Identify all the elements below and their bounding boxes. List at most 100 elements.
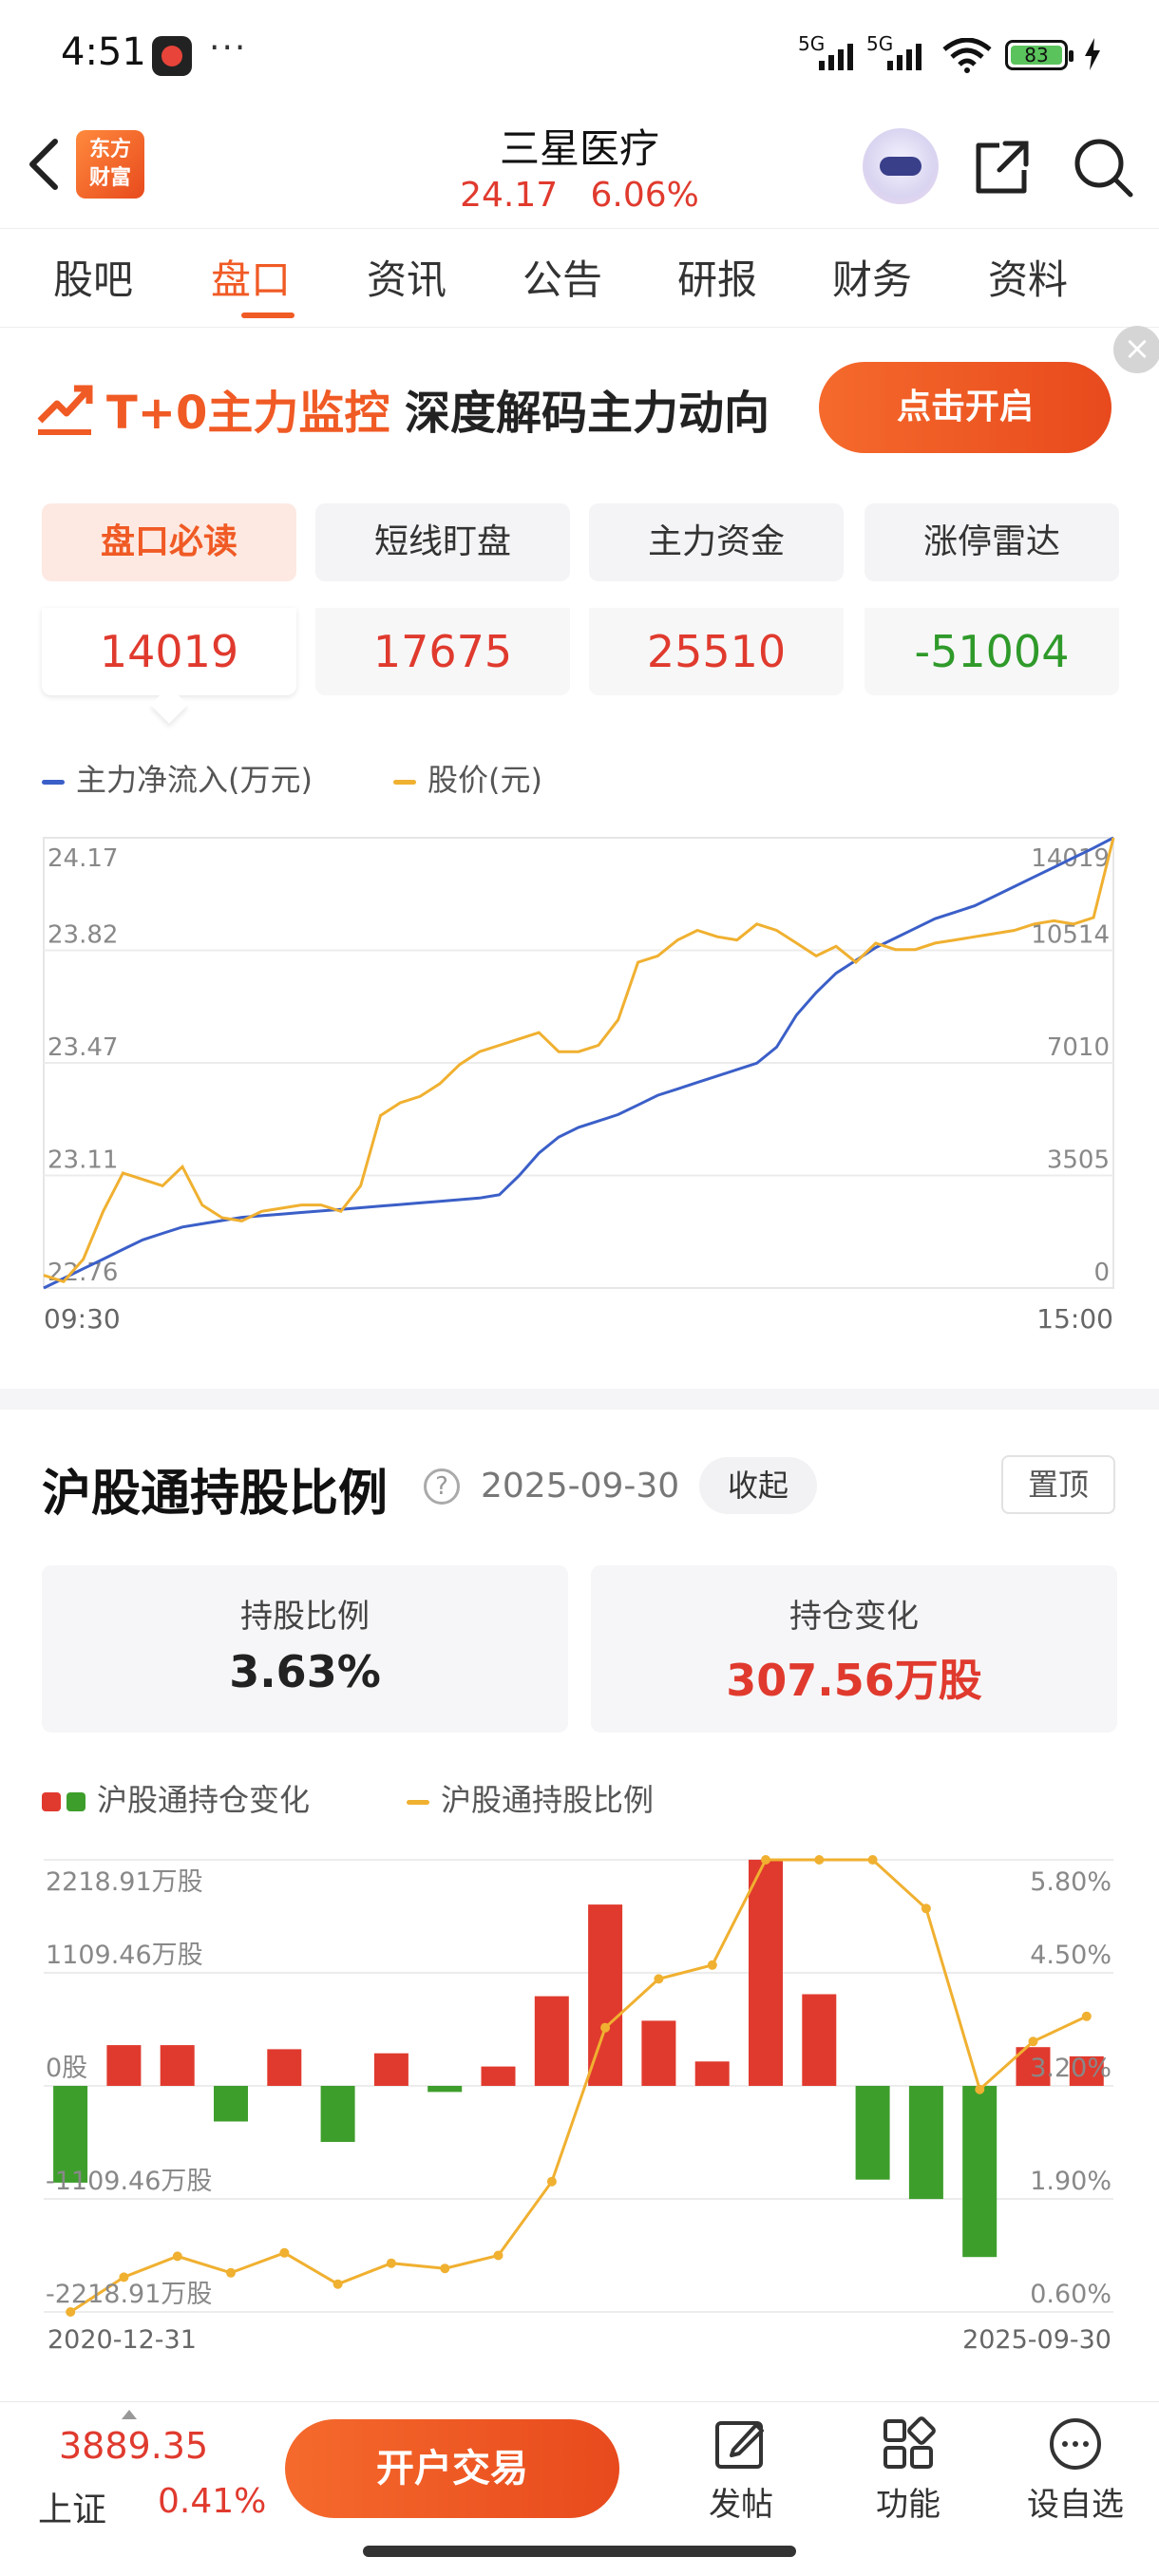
flow-subtab-1[interactable]: 短线盯盘 (315, 503, 570, 581)
fund-flow-legend: 主力净流入(万元) 股价(元) (42, 756, 1087, 804)
tab-4[interactable]: 研报 (651, 248, 784, 306)
chart2-bar (214, 2086, 248, 2122)
assistant-avatar[interactable] (863, 128, 939, 204)
wifi-icon (942, 38, 992, 73)
tab-1[interactable]: 盘口 (184, 248, 317, 306)
collapse-button[interactable]: 收起 (699, 1457, 817, 1514)
chart2-ratio-point (975, 2084, 985, 2094)
chart1-left-tick: 23.82 (48, 921, 118, 950)
chart2-right-tick: 0.60% (1030, 2280, 1112, 2309)
chart2-bar (641, 2020, 676, 2086)
chart2-ratio-point (867, 1855, 878, 1865)
legend-holding-change[interactable]: 沪股通持仓变化 (42, 1776, 310, 1820)
chart2-ratio-point (1028, 2036, 1038, 2047)
hk-chart-legend: 沪股通持仓变化 沪股通持股比例 (42, 1776, 1087, 1824)
hk-section-title: 沪股通持股比例 (42, 1466, 389, 1523)
chart2-bar (160, 2045, 195, 2086)
index-expand-icon[interactable] (122, 2410, 137, 2419)
chart2-left-tick: -1109.46万股 (46, 2167, 212, 2196)
legend-holding-ratio-label: 沪股通持股比例 (441, 1782, 655, 1818)
chart2-ratio-point (1081, 2011, 1092, 2021)
index-value[interactable]: 3889.35 (59, 2425, 208, 2467)
function-button[interactable]: 功能 (842, 2410, 975, 2552)
flow-values: 14019 17675 25510 -51004 (0, 608, 1159, 695)
close-icon[interactable]: × (1113, 326, 1159, 373)
hk-holding-chart[interactable]: 2218.91万股 1109.46万股 0股 -1109.46万股 -2218.91万股… (0, 1843, 1159, 2356)
hk-section-date: 2025-09-30 (481, 1467, 680, 1506)
brand-line-2: 财富 (88, 166, 131, 190)
tab-3[interactable]: 公告 (496, 248, 629, 306)
battery-level: 83 (1011, 46, 1062, 65)
legend-price[interactable]: 股价(元) (393, 756, 542, 800)
flow-value-1[interactable]: 17675 (315, 608, 570, 695)
promo-highlight: T+0主力监控 (106, 387, 390, 440)
flow-subtab-3[interactable]: 涨停雷达 (864, 503, 1119, 581)
stock-quote: 24.17 6.06% (399, 176, 760, 215)
chart2-left-tick: -2218.91万股 (46, 2280, 212, 2309)
chart2-bar (534, 1996, 569, 2086)
brand-logo: 东方 财富 (76, 130, 144, 199)
open-account-trade-button[interactable]: 开户交易 (285, 2419, 619, 2518)
chart2-left-tick: 2218.91万股 (46, 1867, 203, 1897)
fund-flow-chart[interactable]: 24.17 23.82 23.47 23.11 22.76 14019 10514 7010 3… (0, 817, 1159, 1349)
chart1-left-tick: 23.11 (48, 1146, 118, 1175)
hk-holding-svg: 2218.91万股 1109.46万股 0股 -1109.46万股 -2218.91万股… (44, 1855, 1113, 2355)
tab-0[interactable]: 股吧 (27, 248, 160, 306)
tab-6[interactable]: 资料 (961, 248, 1094, 306)
home-indicator[interactable] (363, 2546, 796, 2557)
add-watchlist-label: 设自选 (1027, 2486, 1124, 2524)
holding-change-label: 持仓变化 (789, 1598, 919, 1636)
grid-icon (884, 2416, 936, 2469)
pin-top-button[interactable]: 置顶 (1001, 1455, 1115, 1514)
promo-text: 深度解码主力动向 (405, 387, 770, 440)
index-name[interactable]: 上证 (38, 2482, 106, 2531)
index-change-pct[interactable]: 0.41% (158, 2482, 266, 2521)
promo-banner[interactable]: × T+0主力监控 深度解码主力动向 点击开启 (0, 326, 1159, 480)
status-bar: 4:51 ··· 5G 5G 83 (0, 0, 1159, 109)
chart1-right-tick: 10514 (1031, 921, 1110, 950)
chart2-left-tick: 0股 (46, 2054, 87, 2083)
chart1-left-tick: 23.47 (48, 1033, 118, 1062)
chart1-right-tick: 0 (1093, 1259, 1110, 1287)
section-divider (0, 1389, 1159, 1410)
holding-ratio-label: 持股比例 (240, 1598, 370, 1636)
stock-price: 24.17 (460, 176, 559, 215)
chart1-x-start: 09:30 (44, 1303, 121, 1335)
function-label: 功能 (876, 2486, 940, 2524)
chart2-ratio-point (921, 1904, 931, 1914)
tab-2[interactable]: 资讯 (340, 248, 473, 306)
legend-holding-ratio[interactable]: 沪股通持股比例 (407, 1776, 654, 1820)
chart1-left-tick: 24.17 (48, 844, 118, 873)
flow-subtab-2[interactable]: 主力资金 (589, 503, 844, 581)
chart2-ratio-point (226, 2267, 236, 2278)
signal-icon-2 (887, 44, 922, 70)
post-label: 发帖 (709, 2486, 773, 2524)
chart2-ratio-point (814, 1855, 825, 1865)
chart2-ratio-point (761, 1855, 770, 1865)
tab-5[interactable]: 财务 (806, 248, 939, 306)
back-icon[interactable] (21, 136, 68, 193)
chart2-right-tick: 5.80% (1030, 1867, 1112, 1897)
chart1-right-tick: 7010 (1047, 1033, 1110, 1062)
search-icon[interactable] (1072, 136, 1134, 199)
chart2-ratio-point (172, 2251, 182, 2262)
chart1-series-1 (43, 837, 1115, 1284)
chart2-bar (373, 2053, 408, 2086)
add-watchlist-button[interactable]: 设自选 (1009, 2410, 1142, 2552)
stock-header: 东方 财富 三星医疗 24.17 6.06% (0, 109, 1159, 228)
active-tab-underline (241, 313, 294, 318)
flow-subtabs: 盘口必读 短线盯盘 主力资金 涨停雷达 (0, 503, 1159, 581)
legend-ratio-swatch (407, 1799, 429, 1805)
enable-button[interactable]: 点击开启 (819, 362, 1112, 453)
help-icon[interactable]: ? (424, 1468, 460, 1505)
legend-main-flow[interactable]: 主力净流入(万元) (42, 756, 313, 800)
flow-value-0[interactable]: 14019 (42, 608, 296, 695)
flow-value-2[interactable]: 25510 (589, 608, 844, 695)
flow-subtab-0[interactable]: 盘口必读 (42, 503, 296, 581)
post-button[interactable]: 发帖 (674, 2410, 808, 2552)
flow-value-3[interactable]: -51004 (864, 608, 1119, 695)
stock-change-pct: 6.06% (590, 176, 699, 215)
tab-bar: 股吧 盘口 资讯 公告 研报 财务 资料 (0, 228, 1159, 328)
share-icon[interactable] (971, 138, 1032, 199)
status-time: 4:51 (61, 30, 146, 74)
